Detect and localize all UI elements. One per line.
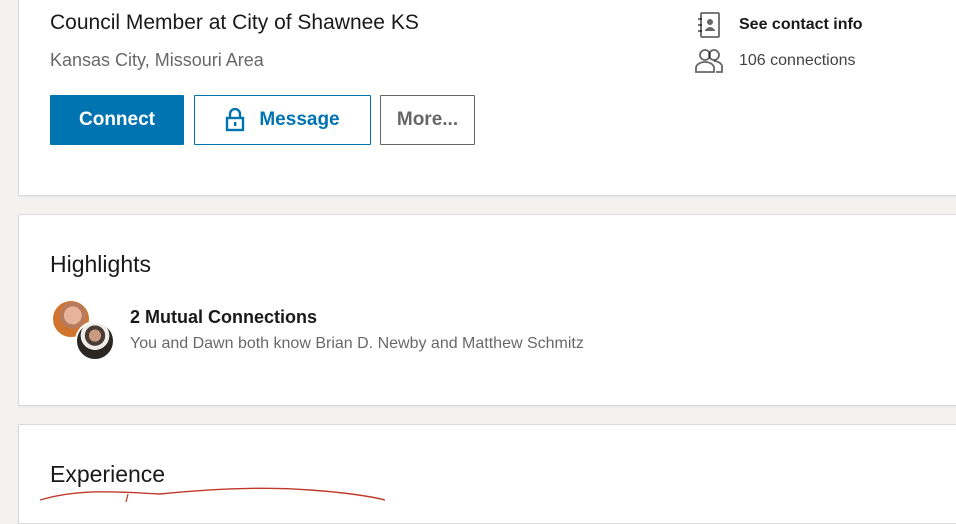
more-button-label: More... (396, 109, 459, 130)
connections-label: 106 connections (739, 52, 856, 69)
see-contact-info-label: See contact info (739, 16, 863, 33)
profile-top-card: Council Member at City of Shawnee KS Kan… (18, 0, 956, 196)
people-icon (693, 47, 725, 75)
experience-title: Experience (50, 461, 166, 487)
connect-button-label: Connect (79, 109, 155, 130)
connect-button[interactable]: Connect (50, 95, 184, 145)
message-button-label: Message (259, 109, 340, 130)
connections-link[interactable]: 106 connections (693, 47, 856, 75)
highlights-title: Highlights (50, 251, 151, 277)
message-button[interactable]: Message (194, 95, 371, 145)
mutual-connections-link[interactable]: 2 Mutual Connections (130, 307, 317, 328)
mutual-connections-description: You and Dawn both know Brian D. Newby an… (130, 335, 584, 352)
see-contact-info-link[interactable]: See contact info (693, 11, 863, 39)
lock-icon (225, 108, 245, 132)
more-button[interactable]: More... (380, 95, 475, 145)
contact-card-icon (693, 11, 725, 39)
avatar (75, 321, 115, 361)
experience-card: Experience (18, 424, 956, 524)
highlights-card: Highlights 2 Mutual Connections You and … (18, 214, 956, 406)
profile-headline: Council Member at City of Shawnee KS (50, 11, 419, 34)
profile-location: Kansas City, Missouri Area (50, 50, 264, 70)
mutual-avatars[interactable] (51, 299, 121, 365)
